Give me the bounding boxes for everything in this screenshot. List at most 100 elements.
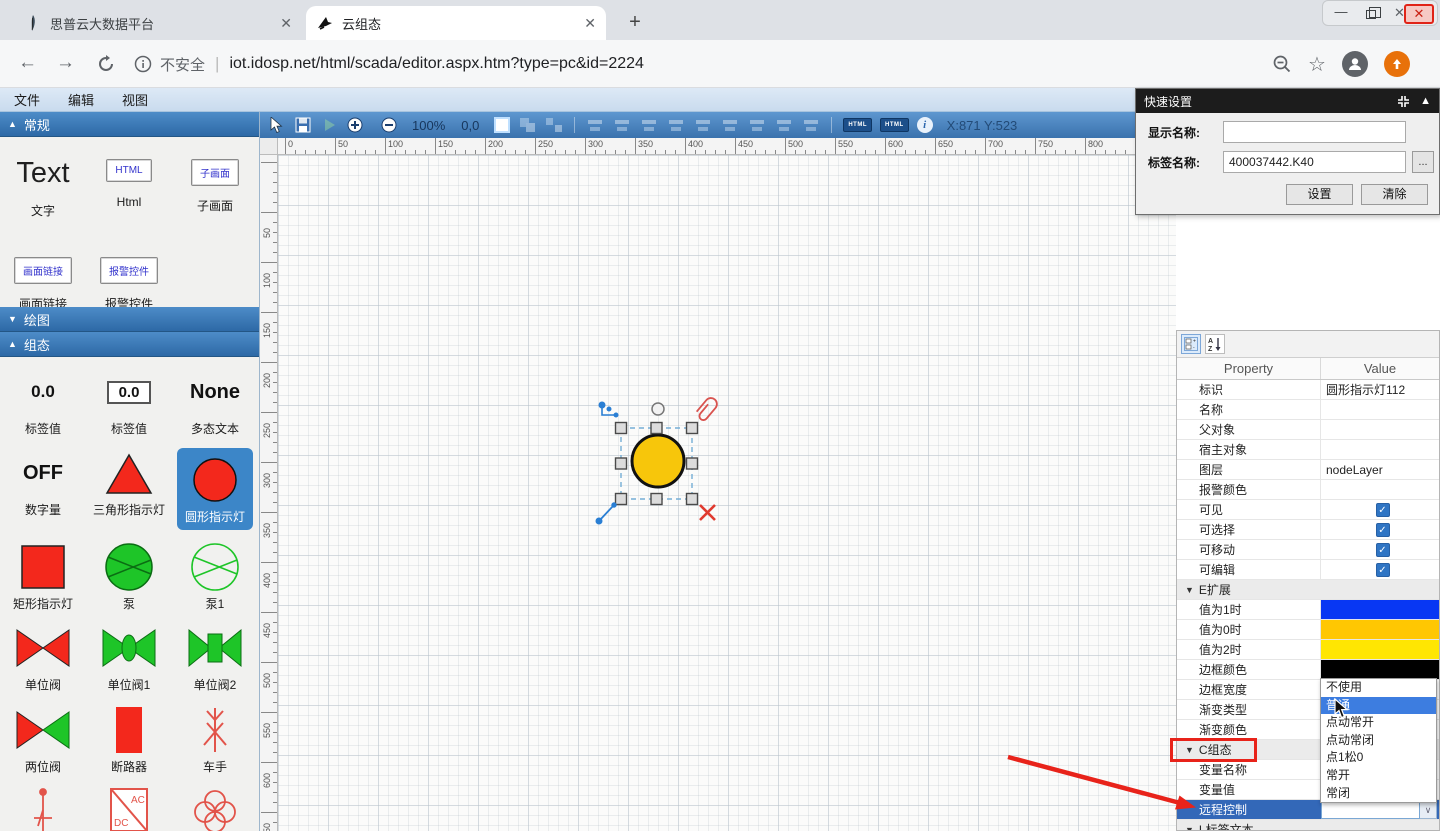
property-value[interactable] — [1321, 660, 1439, 679]
palette-item-泵1[interactable]: 泵1 — [188, 542, 242, 611]
browse-button[interactable]: ... — [1412, 151, 1434, 173]
menu-编辑[interactable]: 编辑 — [54, 90, 108, 109]
tag-name-input[interactable] — [1223, 151, 1406, 173]
property-row-父对象[interactable]: 父对象 — [1177, 420, 1439, 440]
display-name-input[interactable] — [1223, 121, 1406, 143]
cursor-icon[interactable] — [268, 116, 286, 134]
menu-文件[interactable]: 文件 — [0, 90, 54, 109]
property-value[interactable]: ✓ — [1321, 540, 1439, 559]
chevron-down-icon[interactable]: ∨ — [1420, 801, 1437, 819]
bookmark-star-icon[interactable]: ☆ — [1308, 52, 1326, 77]
palette-item-逆变器[interactable]: ACDC逆变器 — [105, 786, 153, 831]
palette-item-标签值[interactable]: 0.0标签值 — [25, 367, 61, 436]
color-swatch[interactable] — [1321, 640, 1439, 659]
profile-avatar-icon[interactable] — [1342, 51, 1368, 77]
section-header-draw[interactable]: ▼绘图 — [0, 307, 259, 332]
same-height-icon[interactable] — [775, 116, 793, 134]
remote-control-combobox[interactable]: ∨ — [1321, 801, 1437, 819]
dock-icon[interactable] — [1397, 95, 1410, 108]
grid-toggle-icon[interactable] — [493, 116, 511, 134]
align-top-icon[interactable] — [667, 116, 685, 134]
minimize-button[interactable]: — — [1328, 3, 1354, 22]
property-row-名称[interactable]: 名称 — [1177, 400, 1439, 420]
clear-button[interactable]: 清除 — [1361, 184, 1428, 205]
palette-item-单位阀[interactable]: 单位阀 — [15, 623, 71, 692]
connect-anchor-icon[interactable] — [599, 402, 618, 417]
palette-item-泵[interactable]: 泵 — [102, 542, 156, 611]
dropdown-option-常开[interactable]: 常开 — [1321, 767, 1436, 785]
palette-item-两位阀[interactable]: 两位阀 — [15, 705, 71, 774]
section-header-scada[interactable]: ▲组态 — [0, 332, 259, 357]
property-value[interactable] — [1321, 620, 1439, 639]
palette-item-车手[interactable]: 车手 — [193, 705, 237, 774]
palette-item-标签值[interactable]: 0.0标签值 — [107, 367, 152, 436]
tab-close-icon[interactable]: ✕ — [584, 15, 596, 32]
palette-item-多态文本[interactable]: None多态文本 — [190, 367, 240, 436]
html-export-button[interactable]: HTML — [843, 118, 872, 132]
menu-视图[interactable]: 视图 — [108, 90, 162, 109]
quick-settings-header[interactable]: 快速设置 ▲ — [1136, 89, 1439, 113]
palette-item-子画面[interactable]: 子画面子画面 — [191, 147, 239, 233]
property-row-标识[interactable]: 标识圆形指示灯112 — [1177, 380, 1439, 400]
browser-update-icon[interactable] — [1384, 51, 1410, 77]
info-icon[interactable] — [134, 55, 152, 73]
property-row-可选择[interactable]: 可选择✓ — [1177, 520, 1439, 540]
restore-button[interactable] — [1358, 3, 1384, 22]
set-button[interactable]: 设置 — [1286, 184, 1353, 205]
sort-az-icon[interactable]: AZ — [1205, 334, 1225, 354]
back-icon[interactable]: ← — [18, 52, 37, 74]
property-row-值为1时[interactable]: 值为1时 — [1177, 600, 1439, 620]
align-middle-icon[interactable] — [694, 116, 712, 134]
connect-line-icon[interactable] — [596, 503, 616, 524]
property-row-可编辑[interactable]: 可编辑✓ — [1177, 560, 1439, 580]
same-size-icon[interactable] — [802, 116, 820, 134]
dropdown-option-点动常闭[interactable]: 点动常闭 — [1321, 732, 1436, 750]
property-row-宿主对象[interactable]: 宿主对象 — [1177, 440, 1439, 460]
palette-item-圆形指示灯[interactable]: 圆形指示灯 — [177, 448, 253, 529]
delete-x-icon[interactable] — [700, 505, 715, 520]
align-center-h-icon[interactable] — [613, 116, 631, 134]
palette-item-报警控件[interactable]: 报警控件报警控件 — [100, 245, 158, 307]
property-value[interactable] — [1321, 640, 1439, 659]
rotate-handle[interactable] — [652, 403, 664, 415]
categorized-view-icon[interactable]: +- — [1181, 334, 1201, 354]
property-value[interactable]: 圆形指示灯112 — [1321, 380, 1439, 399]
collapse-up-icon[interactable]: ▲ — [1420, 95, 1431, 107]
run-icon[interactable] — [320, 116, 338, 134]
tab-scada-editor[interactable]: 云组态 ✕ — [306, 6, 606, 40]
dropdown-option-不使用[interactable]: 不使用 — [1321, 679, 1436, 697]
paperclip-icon[interactable] — [695, 396, 720, 422]
palette-item-画面链接[interactable]: 画面链接画面链接 — [14, 245, 72, 307]
property-row-E扩展[interactable]: ▼E扩展 — [1177, 580, 1439, 600]
property-row-可见[interactable]: 可见✓ — [1177, 500, 1439, 520]
save-icon[interactable] — [294, 116, 312, 134]
dropdown-option-常闭[interactable]: 常闭 — [1321, 785, 1436, 803]
info-icon[interactable]: i — [917, 117, 933, 133]
tab-platform[interactable]: 思普云大数据平台 ✕ — [14, 6, 302, 40]
same-width-icon[interactable] — [748, 116, 766, 134]
dropdown-option-点1松0[interactable]: 点1松0 — [1321, 749, 1436, 767]
palette-item-数字量[interactable]: OFF数字量 — [23, 448, 63, 529]
zoom-in-icon[interactable] — [346, 116, 364, 134]
circle-indicator-shape[interactable] — [632, 435, 684, 487]
property-row-边框颜色[interactable]: 边框颜色 — [1177, 660, 1439, 680]
property-row-报警颜色[interactable]: 报警颜色 — [1177, 480, 1439, 500]
palette-item-Html[interactable]: HTMLHtml — [106, 147, 151, 233]
property-value[interactable] — [1321, 480, 1439, 499]
checkbox-checked-icon[interactable]: ✓ — [1376, 563, 1390, 577]
property-value[interactable]: ✓ — [1321, 500, 1439, 519]
palette-item-刀闸[interactable]: 刀闸 — [23, 786, 63, 831]
palette-item-文字[interactable]: Text文字 — [16, 147, 69, 233]
reload-icon[interactable] — [96, 54, 116, 74]
section-header-general[interactable]: ▲常规 — [0, 112, 259, 137]
new-tab-button[interactable]: + — [622, 10, 648, 36]
palette-item-断路器[interactable]: 断路器 — [109, 705, 149, 774]
property-value[interactable]: nodeLayer — [1321, 460, 1439, 479]
color-swatch[interactable] — [1321, 600, 1439, 619]
zoom-out-indicator-icon[interactable] — [1272, 54, 1292, 74]
color-swatch[interactable] — [1321, 660, 1439, 679]
palette-item-PT[interactable]: PT — [189, 786, 241, 831]
palette-item-三角形指示灯[interactable]: 三角形指示灯 — [93, 448, 165, 529]
omnibox[interactable]: 不安全 | iot.idosp.net/html/scada/editor.as… — [134, 50, 1254, 78]
align-right-icon[interactable] — [640, 116, 658, 134]
